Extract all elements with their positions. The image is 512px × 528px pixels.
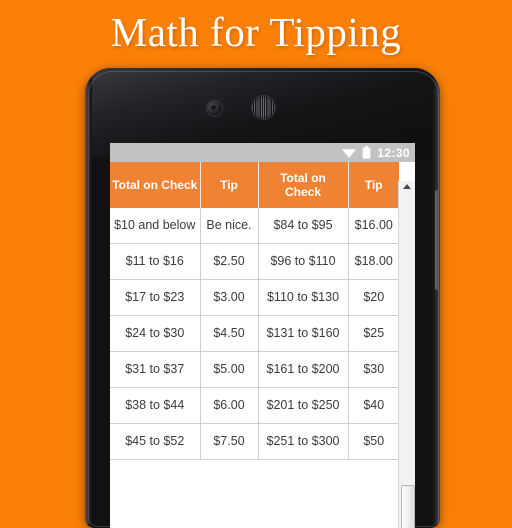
- cell-tip-2: $50: [348, 423, 399, 460]
- earpiece-speaker-icon: [252, 96, 275, 119]
- table-row: $45 to $52 $7.50 $251 to $300 $50: [110, 423, 399, 460]
- front-camera-icon: [207, 101, 222, 116]
- scroll-thumb[interactable]: [401, 485, 415, 528]
- cell-total-1: $38 to $44: [110, 387, 201, 424]
- column-header-tip-2: Tip: [348, 162, 399, 208]
- battery-icon: [362, 146, 371, 159]
- cell-tip-1: $6.00: [200, 387, 259, 424]
- cell-total-2: $161 to $200: [258, 351, 349, 388]
- table-row: $31 to $37 $5.00 $161 to $200 $30: [110, 351, 399, 388]
- cell-tip-1: $4.50: [200, 315, 259, 352]
- cell-total-1: $11 to $16: [110, 243, 201, 280]
- cell-tip-2: $18.00: [348, 243, 399, 280]
- table-row: $24 to $30 $4.50 $131 to $160 $25: [110, 315, 399, 352]
- vertical-scrollbar[interactable]: [398, 181, 415, 528]
- cell-total-1: $10 and below: [110, 208, 201, 244]
- cell-tip-1: $2.50: [200, 243, 259, 280]
- column-header-total-on-check-1: Total on Check: [110, 162, 201, 208]
- cell-total-2: $96 to $110: [258, 243, 349, 280]
- app-root: Math for Tipping 12:30 Total on Check Ti…: [0, 0, 512, 528]
- column-header-tip-1: Tip: [200, 162, 259, 208]
- cell-total-2: $131 to $160: [258, 315, 349, 352]
- table-row: $10 and below Be nice. $84 to $95 $16.00: [110, 208, 399, 244]
- cell-tip-2: $25: [348, 315, 399, 352]
- cell-total-2: $110 to $130: [258, 279, 349, 316]
- cell-total-2: $251 to $300: [258, 423, 349, 460]
- status-bar-clock: 12:30: [377, 145, 410, 160]
- cell-tip-1: Be nice.: [200, 208, 259, 244]
- page-title: Math for Tipping: [110, 9, 402, 55]
- phone-right-edge: [432, 74, 440, 524]
- table-header-row: Total on Check Tip Total on Check Tip: [110, 162, 399, 208]
- cell-tip-1: $7.50: [200, 423, 259, 460]
- column-header-total-on-check-2: Total on Check: [258, 162, 349, 208]
- table-row: $38 to $44 $6.00 $201 to $250 $40: [110, 387, 399, 424]
- cell-total-2: $84 to $95: [258, 208, 349, 244]
- cell-total-1: $45 to $52: [110, 423, 201, 460]
- cell-total-1: $31 to $37: [110, 351, 201, 388]
- cell-tip-2: $20: [348, 279, 399, 316]
- scroll-up-arrow-icon[interactable]: [403, 184, 411, 189]
- cell-total-2: $201 to $250: [258, 387, 349, 424]
- wifi-icon: [342, 147, 357, 158]
- phone-device: 12:30 Total on Check Tip Total on Check …: [85, 68, 440, 528]
- cell-total-1: $24 to $30: [110, 315, 201, 352]
- table-row: $11 to $16 $2.50 $96 to $110 $18.00: [110, 243, 399, 280]
- cell-tip-2: $30: [348, 351, 399, 388]
- tip-table-container: Total on Check Tip Total on Check Tip $1…: [110, 162, 415, 528]
- power-button[interactable]: [435, 190, 440, 290]
- phone-screen: 12:30 Total on Check Tip Total on Check …: [110, 143, 415, 528]
- phone-left-edge: [85, 74, 92, 524]
- cell-tip-2: $16.00: [348, 208, 399, 244]
- table-row: $17 to $23 $3.00 $110 to $130 $20: [110, 279, 399, 316]
- table-body: $10 and below Be nice. $84 to $95 $16.00…: [110, 208, 399, 460]
- tip-table: Total on Check Tip Total on Check Tip $1…: [110, 162, 399, 460]
- cell-tip-1: $3.00: [200, 279, 259, 316]
- cell-total-1: $17 to $23: [110, 279, 201, 316]
- status-bar: 12:30: [110, 143, 415, 162]
- cell-tip-2: $40: [348, 387, 399, 424]
- cell-tip-1: $5.00: [200, 351, 259, 388]
